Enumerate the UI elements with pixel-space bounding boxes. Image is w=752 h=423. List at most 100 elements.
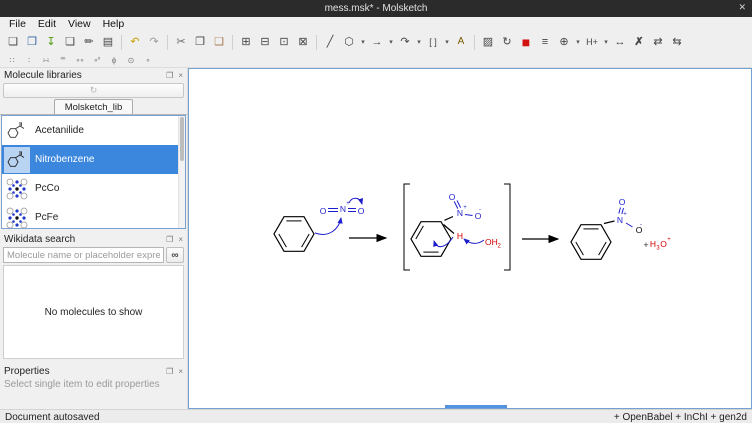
library-item-acetanilide[interactable]: Acetanilide xyxy=(2,116,185,145)
delete-tool-button[interactable]: ✗ xyxy=(630,33,648,51)
save-document-button[interactable]: ↧ xyxy=(42,33,60,51)
svg-text:O: O xyxy=(320,206,327,216)
open-document-icon: ❒ xyxy=(27,37,37,48)
library-scrollbar[interactable] xyxy=(178,116,185,228)
paste-button[interactable]: ❑ xyxy=(210,33,228,51)
orbital-tool-2[interactable]: ⊙ xyxy=(124,55,137,66)
bracket-tool-dropdown[interactable]: ▾ xyxy=(443,33,451,51)
new-document-button[interactable]: ❏ xyxy=(4,33,22,51)
lone-pair-tool-3[interactable]: ∺ xyxy=(39,55,52,66)
charge-tool-icon: ⊕ xyxy=(559,37,568,48)
zoom-fit-button[interactable]: ⊠ xyxy=(294,33,312,51)
close-panel-icon[interactable]: × xyxy=(178,71,183,80)
bracket-tool-button[interactable]: [ ] xyxy=(424,33,442,51)
cut-button[interactable]: ✂ xyxy=(172,33,190,51)
flip-tool-button[interactable]: ↔ xyxy=(611,33,629,51)
ring-tool-dropdown[interactable]: ▾ xyxy=(359,33,367,51)
reaction-arrow-dropdown[interactable]: ▾ xyxy=(387,33,395,51)
library-thumbnail xyxy=(4,176,30,202)
library-item-pcfe[interactable]: PcFe xyxy=(2,203,185,229)
library-item-label: PcFe xyxy=(35,212,58,223)
intermediate-brackets[interactable] xyxy=(404,184,510,270)
lone-pair-tool-1[interactable]: ∷ xyxy=(5,55,18,66)
title-bar[interactable]: mess.msk* - Molsketch ✕ xyxy=(0,0,752,17)
redo-button[interactable]: ↷ xyxy=(145,33,163,51)
library-item-label: PcCo xyxy=(35,183,59,194)
status-bar: Document autosaved + OpenBabel + InChI +… xyxy=(0,409,752,423)
flip-tool-icon: ↔ xyxy=(615,37,626,48)
mechanism-arrow-tool-button[interactable]: ↷ xyxy=(396,33,414,51)
close-panel-icon[interactable]: × xyxy=(178,367,183,376)
open-document-button[interactable]: ❒ xyxy=(23,33,41,51)
zoom-out-button[interactable]: ⊟ xyxy=(256,33,274,51)
product-nitrobenzene[interactable]: N + O O - xyxy=(571,197,643,259)
delete-tool-icon: ✗ xyxy=(634,37,643,48)
radical-tool-1[interactable]: °° xyxy=(56,55,69,66)
reaction-arrow-tool-button[interactable]: → xyxy=(368,33,386,51)
charge-tool-dropdown[interactable]: ▾ xyxy=(574,33,582,51)
copy-button[interactable]: ❐ xyxy=(191,33,209,51)
rotate-tool-button[interactable]: ↻ xyxy=(498,33,516,51)
ring-tool-button[interactable]: ⬡ xyxy=(340,33,358,51)
wikidata-panel-title: Wikidata search xyxy=(4,234,161,245)
draw-tool-button[interactable]: ╱ xyxy=(321,33,339,51)
radical-tool-3[interactable]: ∘° xyxy=(90,55,103,66)
tab-molsketch-lib[interactable]: Molsketch_lib xyxy=(54,99,134,114)
paste-icon: ❑ xyxy=(214,37,224,48)
wikidata-search-input[interactable] xyxy=(3,247,164,263)
mechanism-tool-2-button[interactable]: ⇆ xyxy=(668,33,686,51)
menu-view[interactable]: View xyxy=(62,18,97,30)
orbital-tool-1[interactable]: ϕ xyxy=(107,55,120,66)
export-document-button[interactable]: ❏ xyxy=(61,33,79,51)
hatch-tool-button[interactable]: ▨ xyxy=(479,33,497,51)
undo-button[interactable]: ↶ xyxy=(126,33,144,51)
text-tool-button[interactable]: A xyxy=(452,33,470,51)
window-close-icon[interactable]: ✕ xyxy=(738,2,746,13)
mechanism-tool-2-icon: ⇆ xyxy=(672,37,681,48)
menu-help[interactable]: Help xyxy=(97,18,131,30)
float-panel-icon[interactable]: ❐ xyxy=(166,367,173,376)
line-width-icon: ≡ xyxy=(542,37,548,48)
arenium-intermediate[interactable]: N + O O - H xyxy=(411,192,482,256)
reactant-benzene[interactable] xyxy=(274,217,314,252)
library-item-pcco[interactable]: PcCo xyxy=(2,174,185,203)
canvas-hscrollbar-thumb[interactable] xyxy=(445,405,507,408)
lone-pair-tool-2[interactable]: ∶ xyxy=(22,55,35,66)
curved-arrow-bond-shift[interactable] xyxy=(349,198,362,204)
float-panel-icon[interactable]: ❐ xyxy=(166,71,173,80)
reload-library-button[interactable]: ↻ xyxy=(3,83,184,98)
menu-file[interactable]: File xyxy=(3,18,32,30)
window-title: mess.msk* - Molsketch xyxy=(325,3,428,14)
drawing-canvas[interactable]: O N O + xyxy=(188,68,752,409)
nitronium-ion[interactable]: O N O + xyxy=(320,198,365,216)
zoom-in-button[interactable]: ⊞ xyxy=(237,33,255,51)
curved-arrow-water[interactable] xyxy=(464,239,484,243)
hydrogen-tool-dropdown[interactable]: ▾ xyxy=(602,33,610,51)
print-document-button[interactable]: ▤ xyxy=(99,33,117,51)
molsketch-window: mess.msk* - Molsketch ✕ File Edit View H… xyxy=(0,0,752,423)
library-item-nitrobenzene[interactable]: Nitrobenzene xyxy=(2,145,185,174)
mechanism-tool-1-icon: ⇄ xyxy=(653,37,662,48)
menu-edit[interactable]: Edit xyxy=(32,18,62,30)
wikidata-search-button[interactable]: ∞ xyxy=(166,247,184,263)
orbital-tool-3[interactable]: ∘ xyxy=(141,55,154,66)
zoom-original-button[interactable]: ⊡ xyxy=(275,33,293,51)
hydronium-ion[interactable]: H 3 O + xyxy=(650,237,671,252)
close-panel-icon[interactable]: × xyxy=(178,235,183,244)
color-swatch-button[interactable]: ■ xyxy=(517,33,535,51)
water-molecule[interactable]: OH 2 xyxy=(464,237,502,250)
svg-text:2: 2 xyxy=(498,244,502,250)
line-width-button[interactable]: ≡ xyxy=(536,33,554,51)
reload-icon: ↻ xyxy=(90,85,98,96)
float-panel-icon[interactable]: ❐ xyxy=(166,235,173,244)
radical-tool-2[interactable]: ∘∘ xyxy=(73,55,86,66)
charge-tool-button[interactable]: ⊕ xyxy=(555,33,573,51)
hydrogen-tool-button[interactable]: H+ xyxy=(583,33,601,51)
svg-text:+: + xyxy=(623,212,627,218)
edit-source-button[interactable]: ✏ xyxy=(80,33,98,51)
scrollbar-thumb[interactable] xyxy=(180,117,184,161)
curved-arrow-attack[interactable] xyxy=(315,218,341,234)
mechanism-tool-1-button[interactable]: ⇄ xyxy=(649,33,667,51)
mechanism-arrow-dropdown[interactable]: ▾ xyxy=(415,33,423,51)
export-document-icon: ❏ xyxy=(65,37,75,48)
